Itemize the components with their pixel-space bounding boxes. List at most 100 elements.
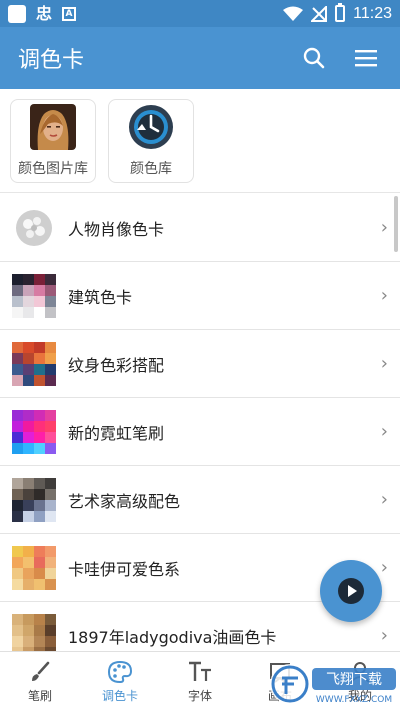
shortcut-label: 颜色图片库	[18, 161, 88, 177]
flower-icon	[12, 206, 56, 250]
swatch-cell	[45, 409, 56, 421]
app-notification-icon	[8, 4, 26, 23]
swatch-cell	[45, 488, 56, 500]
shortcut-panel: 颜色图片库 颜色库	[0, 89, 400, 193]
swatch-cell	[34, 556, 45, 568]
chevron-right-icon: ›	[380, 489, 388, 510]
chevron-right-icon: ›	[380, 421, 388, 442]
letter-a-icon: A	[62, 6, 77, 21]
swatch-cell	[45, 578, 56, 590]
hamburger-menu-icon	[355, 50, 377, 67]
swatch-cell	[12, 295, 23, 307]
swatch-cell	[23, 613, 34, 625]
menu-button[interactable]	[350, 42, 382, 74]
swatch-cell	[45, 442, 56, 454]
color-library-button[interactable]: 颜色库	[108, 99, 194, 183]
color-image-library-button[interactable]: 颜色图片库	[10, 99, 96, 183]
list-item[interactable]: 艺术家高级配色 ›	[0, 466, 400, 534]
swatch-cell	[45, 556, 56, 568]
swatch-cell	[23, 352, 34, 364]
swatch-cell	[34, 420, 45, 432]
swatch-cell	[12, 477, 23, 489]
swatch-cell	[12, 374, 23, 386]
swatch-cell	[23, 545, 34, 557]
nav-canvas[interactable]: 画布	[240, 652, 320, 711]
swatch-cell	[23, 567, 34, 579]
user-icon	[350, 661, 370, 683]
swatch-cell	[23, 442, 34, 454]
swatch-cell	[12, 431, 23, 443]
swatch-cell	[12, 306, 23, 318]
swatch-cell	[23, 420, 34, 432]
chevron-right-icon: ›	[380, 285, 388, 306]
swatch-cell	[34, 374, 45, 386]
chevron-right-icon: ›	[380, 353, 388, 374]
play-icon	[338, 578, 364, 604]
swatch-cell	[34, 477, 45, 489]
page-title: 调色卡	[18, 48, 85, 73]
chevron-right-icon: ›	[380, 217, 388, 238]
swatch-cell	[23, 635, 34, 647]
search-button[interactable]	[298, 42, 330, 74]
nav-label: 笔刷	[27, 688, 52, 703]
list-item[interactable]: 建筑色卡 ›	[0, 262, 400, 330]
scrollbar[interactable]	[394, 196, 398, 252]
swatch-cell	[23, 374, 34, 386]
nav-profile[interactable]: 我的	[320, 652, 400, 711]
swatch-cell	[34, 578, 45, 590]
font-size-icon	[189, 661, 211, 681]
list-item[interactable]: 纹身色彩搭配 ›	[0, 330, 400, 398]
nav-label: 字体	[187, 688, 212, 703]
swatch-cell	[12, 635, 23, 647]
palette-icon	[107, 660, 133, 683]
palette-swatch	[12, 409, 56, 454]
swatch-cell	[12, 624, 23, 636]
play-fab-button[interactable]	[320, 560, 382, 622]
nav-brush[interactable]: 笔刷	[0, 652, 80, 711]
swatch-cell	[12, 578, 23, 590]
nav-font[interactable]: 字体	[160, 652, 240, 711]
nav-label: 我的	[347, 688, 372, 703]
portrait-thumbnail	[30, 104, 76, 150]
swatch-cell	[45, 363, 56, 375]
list-item-label: 人物肖像色卡	[68, 219, 165, 239]
swatch-cell	[12, 556, 23, 568]
brush-icon	[32, 661, 50, 681]
palette-swatch	[12, 477, 56, 522]
swatch-cell	[45, 284, 56, 296]
list-item-label: 新的霓虹笔刷	[68, 423, 165, 443]
swatch-cell	[34, 499, 45, 511]
swatch-cell	[23, 578, 34, 590]
search-icon	[303, 47, 325, 69]
swatch-cell	[45, 624, 56, 636]
swatch-cell	[45, 420, 56, 432]
swatch-cell	[23, 431, 34, 443]
swatch-cell	[23, 295, 34, 307]
palette-swatch	[12, 545, 56, 590]
nav-palette[interactable]: 调色卡	[80, 652, 160, 711]
swatch-cell	[23, 510, 34, 522]
notification-symbol-icon: 忠	[36, 3, 53, 23]
status-bar: 忠 A 11:23	[0, 0, 400, 27]
swatch-cell	[45, 431, 56, 443]
swatch-cell	[34, 510, 45, 522]
swatch-cell	[12, 284, 23, 296]
status-time: 11:23	[353, 4, 392, 22]
palette-swatch	[12, 341, 56, 386]
swatch-cell	[34, 284, 45, 296]
swatch-cell	[12, 545, 23, 557]
swatch-cell	[45, 613, 56, 625]
swatch-cell	[45, 477, 56, 489]
list-item[interactable]: 新的霓虹笔刷 ›	[0, 398, 400, 466]
swatch-cell	[23, 284, 34, 296]
swatch-cell	[12, 273, 23, 285]
swatch-cell	[12, 341, 23, 353]
no-signal-icon	[311, 5, 328, 22]
swatch-cell	[45, 374, 56, 386]
swatch-cell	[45, 545, 56, 557]
chevron-right-icon: ›	[380, 625, 388, 646]
palette-swatch	[12, 273, 56, 318]
swatch-cell	[45, 510, 56, 522]
list-item[interactable]: 人物肖像色卡 ›	[0, 194, 400, 262]
wifi-icon	[283, 6, 304, 21]
